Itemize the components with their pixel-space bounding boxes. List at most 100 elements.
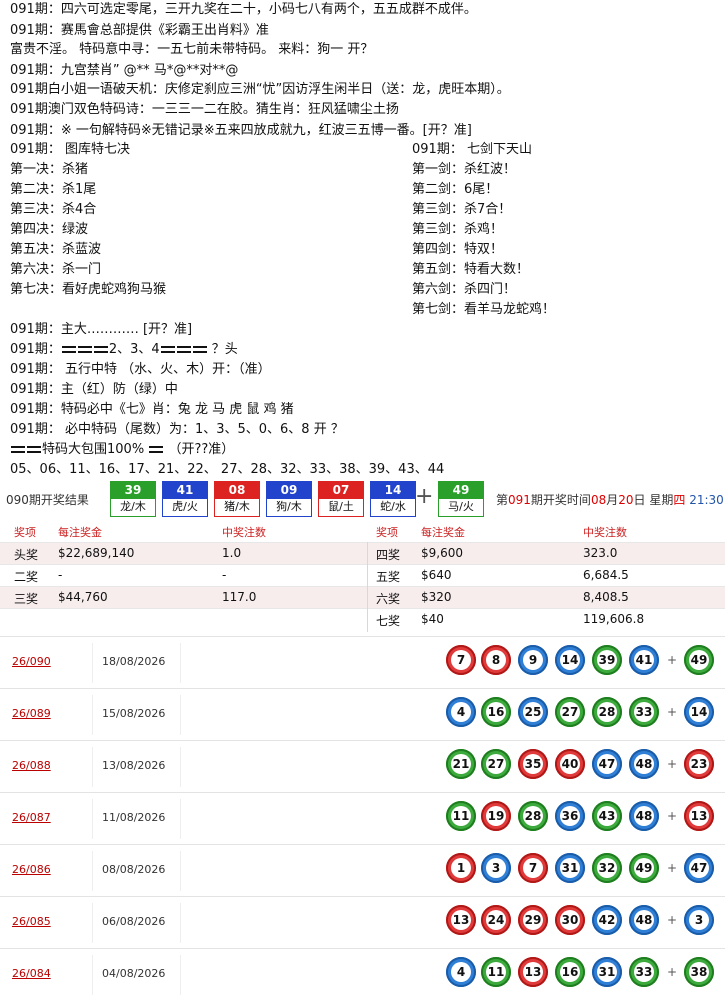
- lottery-ball: 40: [555, 749, 585, 779]
- forecast-line: 091期：主大………… [开？准]: [10, 322, 193, 337]
- prize-cell: 119,606.8: [583, 612, 645, 626]
- lottery-ball: 35: [518, 749, 548, 779]
- forecast-line: 091期：※ 一句解特码※无错记录※五来四放成就九，红波三五博一番。[开？准]: [10, 123, 472, 138]
- draw-result-strip: 090期开奖结果 39 龙/木 41 虎/火 08 猪/木 09 狗/木 07 鼠/土 14 蛇/水 4…: [0, 476, 725, 520]
- ball-number: 7: [451, 650, 471, 670]
- period-link[interactable]: 26/088: [12, 759, 51, 772]
- lottery-ball: 9: [518, 645, 548, 675]
- ball-number: 30: [560, 910, 580, 930]
- lottery-ball: 11: [446, 801, 476, 831]
- period-link[interactable]: 26/086: [12, 863, 51, 876]
- right-col-item: 第四剑：特双！: [412, 242, 504, 257]
- lottery-ball: 31: [555, 853, 585, 883]
- history-row: 26/085 06/08/2026 13 24 29 30 42 48 3 +: [0, 896, 725, 949]
- lottery-ball: 11: [481, 957, 511, 987]
- prize-cell: 323.0: [583, 546, 618, 560]
- period-link[interactable]: 26/090: [12, 655, 51, 668]
- header-cell: 中奖注数: [222, 526, 266, 539]
- info-text: 日 星期: [633, 493, 674, 507]
- ball-number: 23: [689, 754, 709, 774]
- prize-cell: 1.0: [222, 546, 242, 560]
- ball-number: 3: [486, 858, 506, 878]
- prize-cell: $22,689,140: [58, 546, 135, 560]
- lottery-ball: 25: [518, 697, 548, 727]
- prize-cell: 六奖: [376, 592, 401, 606]
- lottery-ball: 49: [684, 645, 714, 675]
- history-row: 26/090 18/08/2026 7 8 9 14 39 41 49 +: [0, 636, 725, 689]
- ball-number: 3: [689, 910, 709, 930]
- ball-number: 38: [689, 962, 709, 982]
- ball-number: 19: [486, 806, 506, 826]
- header-cell: 中奖注数: [583, 526, 627, 539]
- period-link[interactable]: 26/085: [12, 915, 51, 928]
- lottery-ball: 3: [481, 853, 511, 883]
- forecast-prefix: 091期：: [10, 342, 61, 357]
- cell-divider: [180, 799, 181, 839]
- history-row: 26/084 04/08/2026 4 11 13 16 31 33 38 +: [0, 948, 725, 1001]
- info-month: 08: [590, 493, 607, 507]
- cell-divider: [180, 903, 181, 943]
- lottery-ball: 8: [481, 645, 511, 675]
- ball-number: 42: [597, 910, 617, 930]
- cell-divider: [92, 747, 93, 787]
- lottery-ball: 42: [592, 905, 622, 935]
- bar-decoration: [160, 346, 175, 353]
- ball-number: 32: [597, 858, 617, 878]
- prize-cell: 四奖: [376, 548, 401, 562]
- right-col-item: 第三剑：杀7合！: [412, 202, 512, 217]
- prize-cell: 8,408.5: [583, 590, 629, 604]
- ball-number: 8: [486, 650, 506, 670]
- lottery-ball: 4: [446, 697, 476, 727]
- ball-number: 40: [560, 754, 580, 774]
- period-link[interactable]: 26/089: [12, 707, 51, 720]
- plus-sign: +: [667, 757, 678, 771]
- ball-number: 14: [560, 650, 580, 670]
- right-col-item: 第二剑：6尾！: [412, 182, 499, 197]
- ball-zodiac: 猪/木: [215, 499, 259, 515]
- ball-number: 29: [523, 910, 543, 930]
- forecast-line: 特码大包围100% （开??准）: [10, 440, 234, 460]
- ball-number: 11: [451, 806, 471, 826]
- prize-row: 头奖 $22,689,140 1.0 四奖 $9,600 323.0: [0, 542, 725, 565]
- ball-zodiac: 蛇/水: [371, 499, 415, 515]
- ball-number: 9: [523, 650, 543, 670]
- prize-cell: 三奖: [14, 592, 39, 606]
- period-link[interactable]: 26/084: [12, 967, 51, 980]
- forecast-line: 091期：九宫禁肖” @** 马*@**对**@: [10, 63, 239, 78]
- ball-number: 41: [163, 482, 207, 499]
- prize-cell: $9,600: [421, 546, 463, 560]
- ball-number: 41: [634, 650, 654, 670]
- lottery-ball: 16: [481, 697, 511, 727]
- lottery-ball: 32: [592, 853, 622, 883]
- draw-result-label: 090期开奖结果: [6, 493, 89, 507]
- prize-row: 七奖 $40 119,606.8: [0, 608, 725, 631]
- cell-divider: [180, 695, 181, 735]
- lottery-ball: 7: [518, 853, 548, 883]
- info-text: 期开奖时间: [530, 493, 591, 507]
- cell-divider: [92, 643, 93, 683]
- ball-number: 13: [523, 962, 543, 982]
- forecast-text: 特码大包围100%: [42, 442, 145, 457]
- lottery-ball: 33: [629, 697, 659, 727]
- result-ball: 14 蛇/水: [370, 481, 416, 517]
- ball-number: 1: [451, 858, 471, 878]
- draw-date: 08/08/2026: [102, 863, 166, 876]
- ball-zodiac: 狗/木: [267, 499, 311, 515]
- result-ball: 49 马/火: [438, 481, 484, 517]
- period-link[interactable]: 26/087: [12, 811, 51, 824]
- forecast-line: 091期： 2、3、4 ？头: [10, 340, 238, 360]
- lottery-ball: 48: [629, 905, 659, 935]
- lottery-ball: 49: [629, 853, 659, 883]
- ball-number: 33: [634, 962, 654, 982]
- lottery-ball: 30: [555, 905, 585, 935]
- lottery-ball: 23: [684, 749, 714, 779]
- lottery-ball: 36: [555, 801, 585, 831]
- plus-sign: +: [667, 861, 678, 875]
- ball-number: 48: [634, 910, 654, 930]
- lottery-ball: 14: [684, 697, 714, 727]
- result-ball: 39 龙/木: [110, 481, 156, 517]
- lottery-ball: 21: [446, 749, 476, 779]
- cell-divider: [92, 695, 93, 735]
- forecast-suffix: ？头: [207, 342, 238, 357]
- forecast-line: 091期白小姐一语破天机：庆修定刹应三洲“忧”因访浮生闲半日（送：龙，虎旺本期）…: [10, 82, 510, 97]
